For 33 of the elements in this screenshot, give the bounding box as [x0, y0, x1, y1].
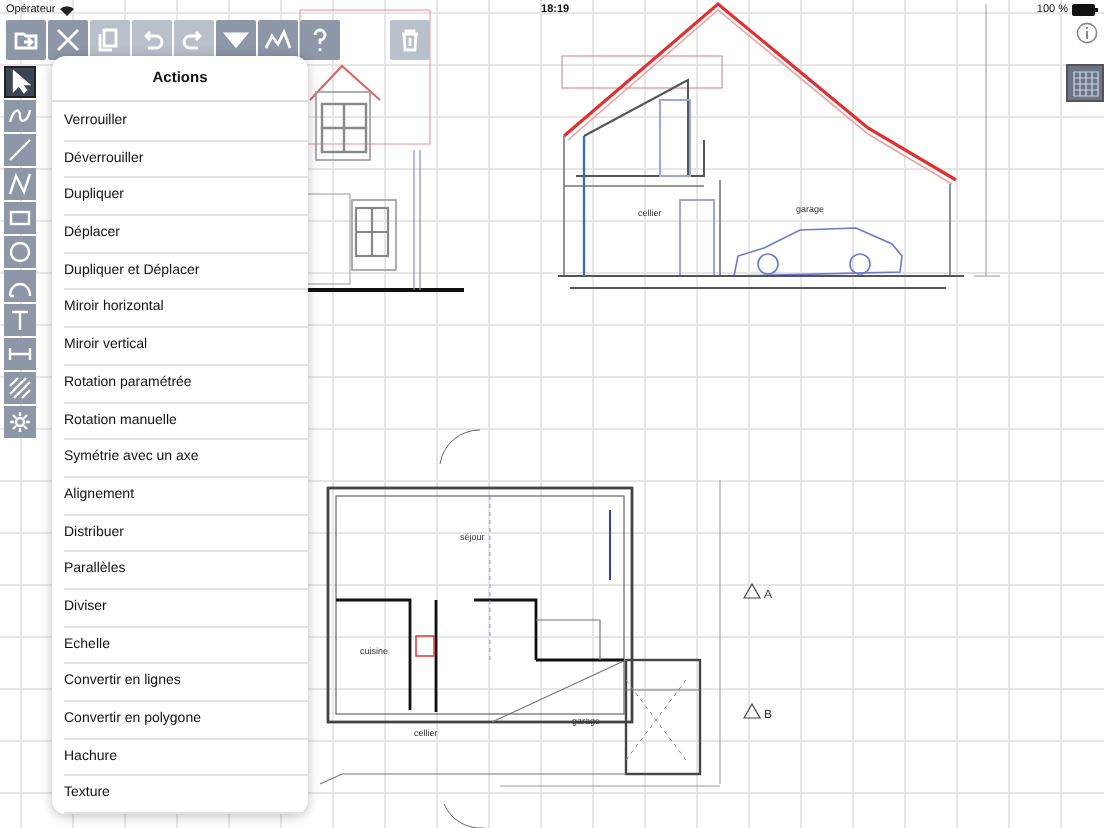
circle-tool[interactable] [4, 236, 36, 268]
gear-tool[interactable] [4, 406, 36, 438]
gear-icon [8, 410, 32, 434]
graph-button[interactable] [258, 20, 298, 60]
select-tool[interactable] [4, 66, 36, 98]
hatch-icon [8, 376, 32, 400]
help-button[interactable] [300, 20, 340, 60]
section-marker-icon [742, 582, 762, 599]
grid-button[interactable] [1066, 64, 1104, 102]
cut-button[interactable] [48, 20, 88, 60]
section-marker-icon [742, 702, 762, 719]
cursor-icon [8, 70, 32, 94]
line-tool[interactable] [4, 134, 36, 166]
text-tool[interactable] [4, 304, 36, 336]
trash-icon [396, 26, 424, 54]
arc-tool[interactable] [4, 270, 36, 302]
dimension-icon [8, 342, 32, 366]
battery-icon [1072, 4, 1098, 16]
zigzag-tool[interactable] [4, 168, 36, 200]
text-icon [8, 308, 32, 332]
rectangle-icon [8, 206, 32, 230]
wifi-icon [59, 5, 74, 15]
info-icon[interactable] [1076, 22, 1098, 44]
zigzag-line-icon [264, 26, 292, 54]
actions-menu-button[interactable] [216, 20, 256, 60]
polyline-icon [8, 172, 32, 196]
curve-icon [8, 104, 32, 128]
line-icon [8, 138, 32, 162]
hatch-tool[interactable] [4, 372, 36, 404]
rect-tool[interactable] [4, 202, 36, 234]
dimension-tool[interactable] [4, 338, 36, 370]
circle-icon [8, 240, 32, 264]
cut-icon [54, 26, 82, 54]
